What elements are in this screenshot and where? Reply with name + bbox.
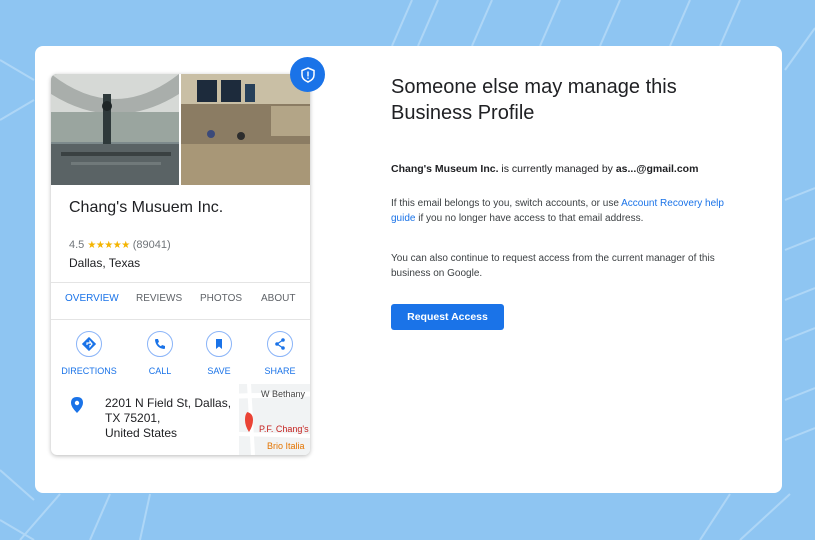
tab-overview[interactable]: OVERVIEW — [65, 293, 119, 304]
map-place-label: P.F. Chang's — [259, 424, 309, 434]
save-label: SAVE — [207, 366, 231, 376]
rating-row: 4.5 ★★★★★ (89041) — [69, 239, 171, 251]
directions-button[interactable]: DIRECTIONS — [60, 331, 118, 376]
business-listing-card: Chang's Musuem Inc. 4.5 ★★★★★ (89041) Da… — [51, 74, 310, 455]
request-access-button[interactable]: Request Access — [391, 304, 504, 330]
share-icon — [275, 338, 285, 350]
shield-icon — [300, 66, 315, 83]
business-location: Dallas, Texas — [69, 256, 141, 270]
directions-label: DIRECTIONS — [61, 366, 117, 376]
recovery-text-before: If this email belongs to you, switch acc… — [391, 198, 622, 209]
business-photos — [51, 74, 310, 185]
star-rating-icon: ★★★★★ — [87, 240, 130, 251]
tab-reviews[interactable]: REVIEWS — [136, 293, 182, 304]
rating-value: 4.5 — [69, 239, 85, 251]
call-button[interactable]: CALL — [131, 331, 189, 376]
listing-tabs: OVERVIEW REVIEWS PHOTOS ABOUT — [51, 293, 310, 313]
directions-icon — [82, 337, 96, 351]
save-button[interactable]: SAVE — [190, 331, 248, 376]
page-title: Someone else may manage this Business Pr… — [391, 76, 677, 124]
share-button[interactable]: SHARE — [251, 331, 309, 376]
tab-photos[interactable]: PHOTOS — [200, 293, 242, 304]
share-label: SHARE — [264, 366, 296, 376]
tab-about[interactable]: ABOUT — [261, 293, 295, 304]
address-line-1: 2201 N Field St, Dallas, — [105, 396, 232, 410]
listing-actions: DIRECTIONS CALL SAVE SHARE — [51, 331, 310, 391]
photo-terminal-exterior[interactable] — [51, 74, 179, 185]
verified-shield-badge — [290, 57, 325, 92]
address-section: 2201 N Field St, Dallas, TX 75201, Unite… — [51, 384, 310, 455]
call-label: CALL — [148, 366, 172, 376]
map-thumbnail[interactable]: W Bethany P.F. Chang's Brio Italia — [239, 384, 310, 455]
managed-business-name: Chang's Museum Inc. — [391, 163, 499, 175]
address-line-2: TX 75201, — [105, 411, 161, 425]
manager-email: as...@gmail.com — [615, 163, 699, 175]
map-place2-label: Brio Italia — [267, 441, 305, 451]
recovery-text-after: if you no longer have access to that ema… — [415, 213, 644, 224]
recovery-paragraph: If this email belongs to you, switch acc… — [391, 196, 731, 226]
location-pin-icon — [71, 397, 83, 413]
business-name: Chang's Musuem Inc. — [69, 199, 224, 216]
divider — [51, 282, 310, 283]
photo-terminal-interior[interactable] — [181, 74, 310, 185]
phone-icon — [155, 339, 165, 349]
request-access-paragraph: You can also continue to request access … — [391, 253, 715, 279]
business-address[interactable]: 2201 N Field St, Dallas, TX 75201, Unite… — [105, 396, 245, 441]
divider — [51, 319, 310, 320]
review-count[interactable]: (89041) — [133, 239, 171, 251]
bookmark-icon — [216, 339, 222, 349]
main-card: Chang's Musuem Inc. 4.5 ★★★★★ (89041) Da… — [35, 46, 782, 493]
managed-by-label: is currently managed by — [498, 163, 616, 175]
managed-by-text: Chang's Museum Inc. is currently managed… — [391, 163, 698, 175]
map-street-label: W Bethany — [261, 389, 306, 399]
address-line-3: United States — [105, 426, 178, 440]
